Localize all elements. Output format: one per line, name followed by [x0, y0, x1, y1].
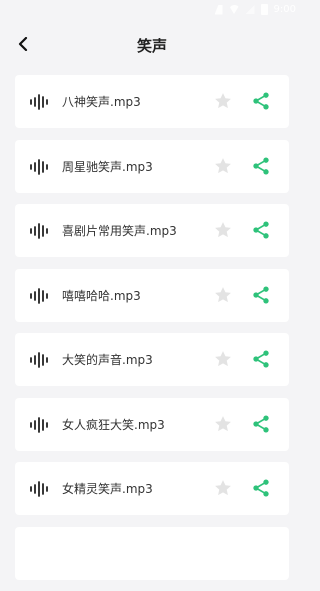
- waveform-icon: [30, 416, 48, 433]
- share-icon[interactable]: [251, 220, 271, 240]
- file-name: 大笑的声音.mp3: [62, 353, 153, 367]
- file-name: 女精灵笑声.mp3: [62, 482, 153, 496]
- file-name: 女人疯狂大笑.mp3: [62, 417, 165, 432]
- sound-item[interactable]: 嘻嘻哈哈.mp3: [15, 268, 289, 322]
- waveform-icon: [30, 352, 48, 368]
- sound-item[interactable]: 周星驰笑声.mp3: [15, 139, 289, 193]
- battery-icon: [260, 4, 268, 15]
- share-icon[interactable]: [251, 349, 271, 369]
- file-name: 周星驰笑声.mp3: [62, 159, 153, 174]
- star-icon[interactable]: [213, 478, 233, 498]
- cellular-icon: [245, 5, 255, 14]
- sound-item[interactable]: 喜剧片常用笑声.mp3: [15, 204, 289, 257]
- share-icon[interactable]: [251, 156, 271, 176]
- sound-item[interactable]: 女精灵笑声.mp3: [15, 462, 289, 515]
- star-icon[interactable]: [213, 349, 233, 369]
- status-time: 9:00: [273, 4, 296, 15]
- signal-icon: [214, 4, 223, 15]
- share-icon[interactable]: [251, 478, 271, 498]
- sound-list: 八神笑声.mp3 周星驰笑声.mp3 喜剧片常用笑声.mp3 嘻嘻哈哈.mp3 …: [15, 75, 289, 591]
- waveform-icon: [30, 158, 48, 175]
- header: 笑声: [0, 22, 304, 66]
- status-icons: 9:00: [214, 4, 296, 15]
- sound-item[interactable]: 女人疯狂大笑.mp3: [15, 397, 289, 451]
- file-name: 嘻嘻哈哈.mp3: [62, 288, 141, 303]
- waveform-icon: [30, 223, 48, 239]
- star-icon[interactable]: [213, 220, 233, 240]
- star-icon[interactable]: [213, 156, 233, 176]
- sound-item[interactable]: 八神笑声.mp3: [15, 75, 289, 128]
- share-icon[interactable]: [251, 285, 271, 305]
- file-name: 喜剧片常用笑声.mp3: [62, 224, 177, 238]
- sound-item[interactable]: 大笑的声音.mp3: [15, 333, 289, 386]
- waveform-icon: [30, 481, 48, 497]
- waveform-icon: [30, 287, 48, 304]
- sound-item[interactable]: [15, 526, 289, 580]
- page-title: 笑声: [136, 37, 167, 55]
- star-icon[interactable]: [213, 285, 233, 305]
- star-icon[interactable]: [213, 91, 233, 111]
- waveform-icon: [30, 94, 48, 110]
- share-icon[interactable]: [251, 414, 271, 434]
- wifi-icon: [228, 5, 240, 14]
- share-icon[interactable]: [251, 91, 271, 111]
- star-icon[interactable]: [213, 414, 233, 434]
- file-name: 八神笑声.mp3: [62, 95, 141, 109]
- status-bar: 9:00: [0, 0, 304, 22]
